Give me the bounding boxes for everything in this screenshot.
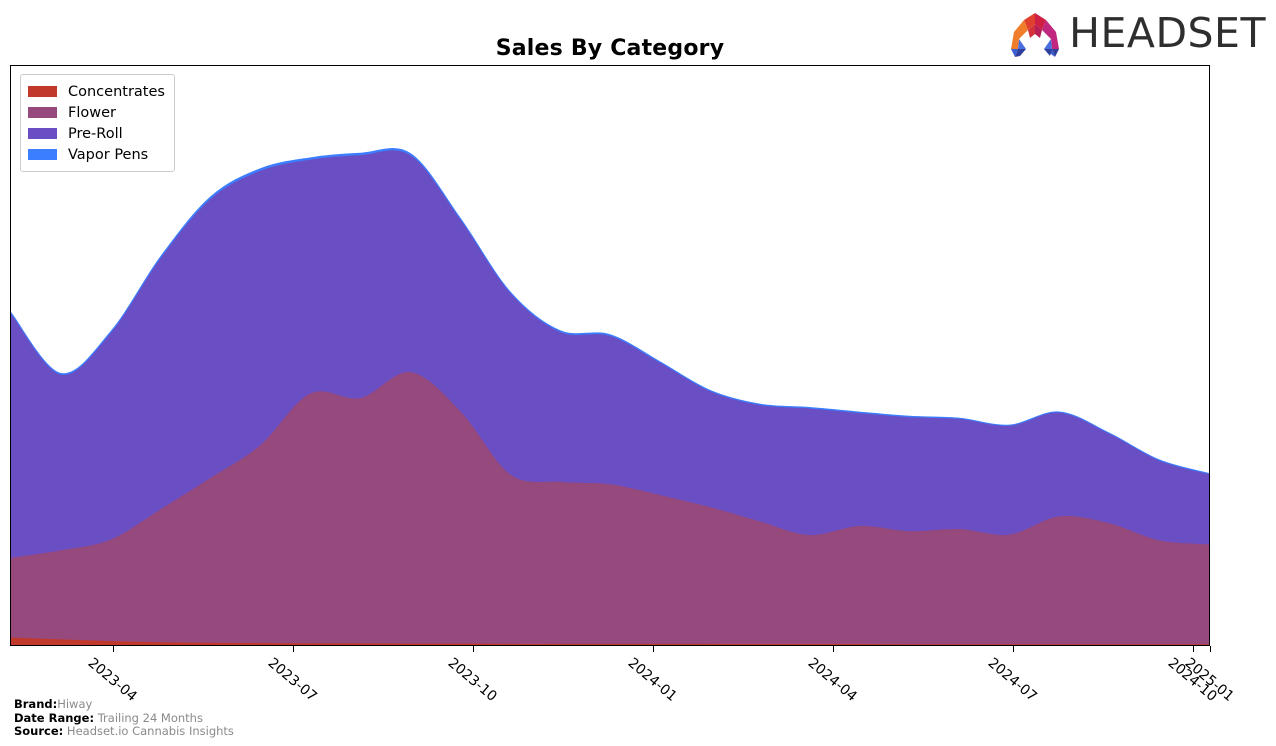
headset-logo: HEADSET	[1007, 7, 1266, 59]
x-tick-label: 2024-07	[984, 655, 1040, 705]
footnote-brand: Brand:Hiway	[14, 697, 234, 712]
chart-legend: Concentrates Flower Pre-Roll Vapor Pens	[20, 74, 175, 172]
legend-label-pre-roll: Pre-Roll	[68, 125, 123, 142]
footnote-brand-value: Hiway	[57, 697, 93, 711]
plot-area: Concentrates Flower Pre-Roll Vapor Pens	[10, 65, 1210, 646]
x-tick-mark	[1012, 646, 1014, 652]
legend-label-flower: Flower	[68, 104, 116, 121]
stacked-area-chart	[11, 148, 1209, 645]
x-tick-mark	[112, 646, 114, 652]
legend-swatch-pre-roll	[28, 128, 57, 139]
footnote-date-range-value: Trailing 24 Months	[97, 710, 203, 725]
x-tick-mark	[1210, 646, 1211, 652]
x-tick-label: 2023-10	[444, 655, 500, 705]
legend-item-vapor-pens[interactable]: Vapor Pens	[28, 144, 165, 165]
chart-footnotes: Brand:Hiway Date Range: Trailing 24 Mont…	[14, 697, 234, 739]
legend-item-flower[interactable]: Flower	[28, 102, 165, 123]
legend-label-vapor-pens: Vapor Pens	[68, 146, 149, 163]
x-tick-label: 2024-01	[624, 655, 680, 705]
x-axis: 2023-04 2023-07 2023-10 2024-01 2024-04 2024-…	[10, 646, 1237, 706]
x-tick-label: 2023-07	[264, 655, 320, 705]
footnote-source-value: Headset.io Cannabis Insights	[66, 724, 234, 738]
footnote-date-range: Date Range: Trailing 24 Months	[14, 710, 234, 726]
legend-item-concentrates[interactable]: Concentrates	[28, 81, 165, 102]
x-tick-label: 2024-04	[804, 655, 860, 705]
legend-swatch-vapor-pens	[28, 149, 57, 160]
legend-item-pre-roll[interactable]: Pre-Roll	[28, 123, 165, 144]
headset-wordmark: HEADSET	[1069, 8, 1266, 57]
legend-swatch-concentrates	[28, 86, 57, 97]
headset-logo-mark	[1011, 13, 1060, 57]
footnote-brand-key: Brand:	[14, 697, 58, 711]
legend-label-concentrates: Concentrates	[68, 83, 165, 100]
x-tick-mark	[652, 646, 654, 652]
x-tick-mark	[472, 646, 474, 652]
chart-figure: Sales By Category HEADSET Concentrates F…	[0, 0, 1276, 746]
legend-swatch-flower	[28, 107, 57, 118]
footnote-date-range-key: Date Range:	[14, 710, 95, 725]
footnote-source: Source: Headset.io Cannabis Insights	[14, 724, 234, 739]
x-tick-mark	[292, 646, 294, 652]
x-tick-mark	[832, 646, 834, 652]
x-tick-mark	[1192, 646, 1194, 652]
footnote-source-key: Source:	[14, 724, 64, 738]
